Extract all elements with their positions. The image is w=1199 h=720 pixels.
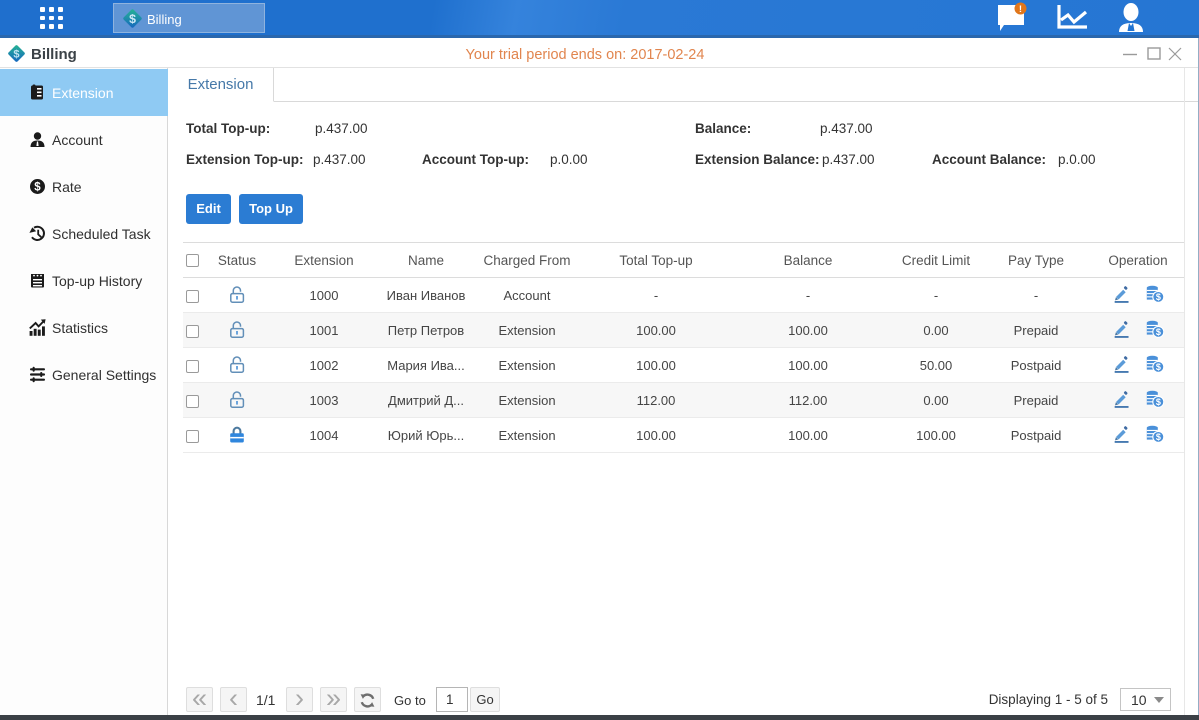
svg-text:$: $: [1156, 292, 1161, 302]
svg-text:!: !: [1019, 4, 1022, 15]
svg-text:$: $: [1156, 397, 1161, 407]
svg-text:$: $: [1156, 432, 1161, 442]
svg-text:$: $: [1156, 362, 1161, 372]
svg-text:$: $: [1156, 327, 1161, 337]
svg-text:$: $: [34, 182, 41, 194]
svg-text:$: $: [129, 12, 136, 26]
